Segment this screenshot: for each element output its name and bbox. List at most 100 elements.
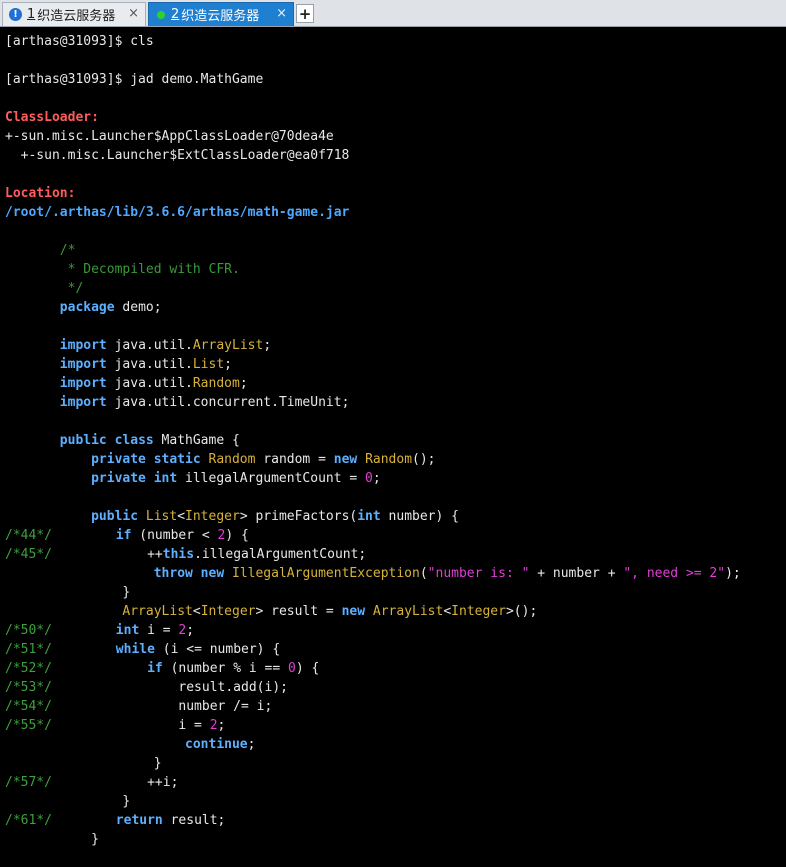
terminal-line: import java.util.List; — [5, 355, 741, 374]
code-token: ) { — [225, 528, 249, 543]
tab-number: 1 — [27, 7, 36, 22]
tab-title: 织造云服务器 — [181, 9, 260, 24]
code-token: this — [162, 547, 195, 562]
code-token: ; — [239, 376, 248, 391]
code-token: ; — [263, 338, 272, 353]
new-tab-button[interactable]: + — [296, 4, 314, 23]
code-token: IllegalArgumentException — [232, 566, 420, 581]
close-icon[interactable]: × — [276, 6, 287, 21]
source-line-number: /*45*/ — [5, 547, 52, 562]
code-token: Integer — [200, 604, 256, 619]
code-token: demo; — [114, 300, 162, 315]
terminal-line: /* — [5, 241, 741, 260]
tab-number: 2 — [171, 7, 180, 22]
code-token: ", need >= 2" — [623, 566, 726, 581]
code-token: 0 — [287, 661, 296, 676]
code-token: ; — [186, 623, 195, 638]
terminal-line: public List<Integer> primeFactors(int nu… — [5, 507, 741, 526]
code-token: if — [115, 528, 132, 543]
terminal-line: continue; — [5, 735, 741, 754]
terminal-line: public class MathGame { — [5, 431, 741, 450]
tab-session-2[interactable]: 2 织造云服务器 × — [148, 2, 294, 26]
code-token: result.add(i); — [61, 680, 288, 695]
code-token: < — [192, 604, 201, 619]
terminal-line: /*61*/ return result; — [5, 811, 741, 830]
code-token: new — [333, 452, 358, 467]
connected-dot-icon — [157, 10, 165, 19]
terminal-line: import java.util.Random; — [5, 374, 741, 393]
code-token: 2 — [209, 718, 218, 733]
terminal-output[interactable]: [arthas@31093]$ cls [arthas@31093]$ jad d… — [0, 27, 786, 867]
code-token: */ — [59, 281, 84, 296]
code-token: } — [5, 756, 162, 771]
code-token: private int — [91, 471, 178, 486]
terminal-line: +-sun.misc.Launcher$ExtClassLoader@ea0f7… — [5, 146, 741, 165]
code-token: < — [177, 509, 186, 524]
code-token: number /= i; — [61, 699, 273, 714]
terminal-line: [arthas@31093]$ cls — [5, 32, 741, 51]
terminal-line: throw new IllegalArgumentException("numb… — [5, 564, 741, 583]
terminal-line: /*51*/ while (i <= number) { — [5, 640, 741, 659]
code-token: import — [59, 376, 107, 391]
code-token: "number is: " — [427, 566, 530, 581]
terminal-line: import java.util.concurrent.TimeUnit; — [5, 393, 741, 412]
code-token: } — [5, 585, 131, 600]
code-token: Random — [365, 452, 413, 467]
code-token: import — [59, 395, 107, 410]
terminal-line: [arthas@31093]$ jad demo.MathGame — [5, 70, 741, 89]
code-token: 0 — [365, 471, 373, 486]
code-token: ( — [419, 566, 428, 581]
code-token: [arthas@31093]$ cls — [5, 34, 154, 49]
code-token: i = — [61, 718, 210, 733]
code-token: Random — [192, 376, 240, 391]
code-token: + number + — [529, 566, 624, 581]
code-token: ; — [372, 471, 381, 486]
code-token: List — [145, 509, 178, 524]
code-token: number) { — [380, 509, 459, 524]
terminal-line: /*50*/ int i = 2; — [5, 621, 741, 640]
code-token: private static — [91, 452, 201, 467]
code-token: java.util. — [106, 338, 193, 353]
code-token: ArrayList — [192, 338, 264, 353]
source-line-number: /*53*/ — [5, 680, 52, 695]
code-token: ); — [725, 566, 741, 581]
terminal-line: /*53*/ result.add(i); — [5, 678, 741, 697]
code-token: /* — [59, 243, 76, 258]
close-icon[interactable]: × — [128, 6, 139, 21]
terminal-line: ArrayList<Integer> result = new ArrayLis… — [5, 602, 741, 621]
code-token: continue — [185, 737, 248, 752]
terminal-line: /*45*/ ++this.illegalArgumentCount; — [5, 545, 741, 564]
code-token: while — [115, 642, 155, 657]
terminal-line: private static Random random = new Rando… — [5, 450, 741, 469]
terminal-line: import java.util.ArrayList; — [5, 336, 741, 355]
code-token: ++ — [61, 547, 163, 562]
code-token: ++i; — [61, 775, 179, 790]
code-token: public class — [59, 433, 154, 448]
tab-session-1[interactable]: ! 1 织造云服务器 × — [2, 2, 146, 26]
code-token: (number % i == — [162, 661, 288, 676]
source-line-number: /*51*/ — [5, 642, 52, 657]
code-token: return — [115, 813, 163, 828]
code-token: int — [357, 509, 381, 524]
code-token: ArrayList — [372, 604, 444, 619]
code-token: >(); — [505, 604, 538, 619]
terminal-line: * Decompiled with CFR. — [5, 260, 741, 279]
